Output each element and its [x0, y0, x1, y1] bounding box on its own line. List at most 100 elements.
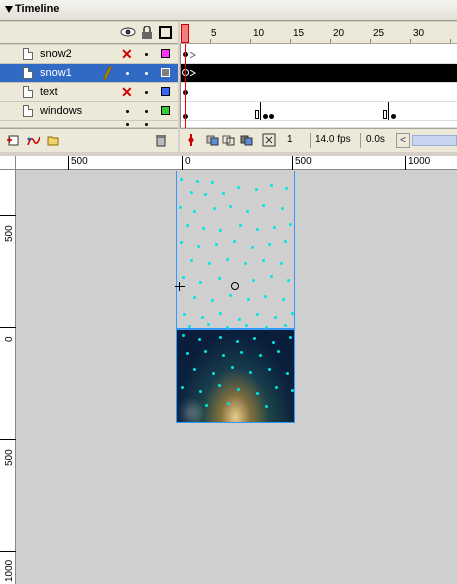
timeline-toolbar: 1 14.0 fps 0.0s < — [180, 128, 457, 152]
tween-arrow-icon — [190, 70, 196, 76]
horizontal-ruler[interactable]: 500 0 500 1000 — [16, 156, 457, 170]
layer-row-snow1[interactable]: snow1 — [0, 64, 178, 83]
crosshair-icon — [175, 286, 185, 287]
layer-color-swatch[interactable] — [161, 68, 170, 77]
registration-point[interactable] — [231, 282, 239, 290]
visibility-dot[interactable] — [126, 110, 129, 113]
city-lights-image[interactable] — [176, 329, 295, 423]
vertical-ruler[interactable]: 500 0 500 1000 — [0, 170, 16, 584]
ruler-label: 1000 — [4, 559, 15, 582]
keyframe[interactable] — [391, 114, 396, 119]
pencil-icon — [103, 66, 112, 80]
ruler-tick — [250, 39, 251, 43]
frame-row-snow1[interactable] — [181, 64, 457, 83]
layer-icon — [23, 48, 33, 60]
horizontal-scrollbar[interactable] — [412, 135, 457, 146]
layer-row-partial[interactable] — [0, 121, 178, 128]
layer-row-windows[interactable]: windows — [0, 102, 178, 121]
ruler-tick — [450, 39, 451, 43]
layer-row-text[interactable]: text ✕ — [0, 83, 178, 102]
playhead-line — [185, 44, 186, 128]
frame-rate[interactable]: 14.0 fps — [312, 133, 360, 148]
collapse-triangle-icon[interactable] — [5, 6, 13, 13]
onion-skin-outlines-icon[interactable] — [222, 133, 236, 147]
center-frame-icon[interactable] — [184, 133, 198, 147]
visibility-dot[interactable] — [126, 123, 129, 126]
layer-name: windows — [40, 105, 83, 117]
frame-ruler[interactable]: 1 5 10 15 20 25 30 — [180, 22, 457, 44]
crosshair-icon — [179, 282, 180, 291]
ruler-label: 500 — [71, 156, 88, 167]
ruler-label: 0 — [4, 336, 15, 342]
layer-icon — [23, 105, 33, 117]
timeline-panel-header[interactable]: Timeline — [0, 0, 457, 21]
lock-icon[interactable] — [141, 26, 153, 39]
ruler-label: 500 — [4, 225, 15, 242]
tween-arrow-icon — [190, 52, 196, 58]
frame-end-marker[interactable] — [255, 110, 259, 119]
ruler-mark: 5 — [211, 28, 217, 39]
insert-folder-icon[interactable] — [46, 133, 60, 147]
modify-onion-markers-icon[interactable] — [262, 133, 276, 147]
insert-layer-icon[interactable] — [6, 133, 20, 147]
ruler-major-tick — [0, 439, 16, 440]
lock-dot[interactable] — [145, 123, 148, 126]
hidden-x-icon[interactable]: ✕ — [121, 84, 133, 100]
ruler-tick — [410, 39, 411, 43]
keyframe[interactable] — [263, 114, 268, 119]
ruler-major-tick — [0, 327, 16, 328]
frame-row-text[interactable] — [181, 83, 457, 102]
ruler-major-tick — [292, 156, 293, 170]
lock-dot[interactable] — [145, 91, 148, 94]
ruler-major-tick — [405, 156, 406, 170]
onion-skin-icon[interactable] — [206, 133, 220, 147]
playhead[interactable] — [181, 24, 189, 43]
frame-row-snow2[interactable] — [181, 45, 457, 64]
layer-color-swatch[interactable] — [161, 49, 170, 58]
ruler-major-tick — [68, 156, 69, 170]
ruler-mark: 30 — [413, 28, 425, 39]
hidden-x-icon[interactable]: ✕ — [121, 46, 133, 62]
layer-color-swatch[interactable] — [161, 87, 170, 96]
trash-icon[interactable] — [154, 133, 168, 147]
current-frame: 1 — [287, 134, 293, 145]
toolbar-divider — [310, 133, 311, 148]
layer-row-snow2[interactable]: snow2 ✕ — [0, 45, 178, 64]
ruler-label: 500 — [4, 449, 15, 466]
frame-divider — [260, 102, 261, 120]
layer-name: snow2 — [40, 48, 72, 60]
lock-dot[interactable] — [145, 53, 148, 56]
ruler-mark: 20 — [333, 28, 345, 39]
frame-divider — [388, 102, 389, 120]
ruler-mark: 10 — [253, 28, 265, 39]
ruler-tick — [290, 39, 291, 43]
snow-movieclip[interactable] — [176, 171, 295, 329]
scroll-left-arrow-icon[interactable]: < — [396, 133, 410, 148]
edit-multiple-frames-icon[interactable] — [240, 133, 254, 147]
layer-header — [0, 22, 178, 44]
ruler-tick — [330, 39, 331, 43]
ruler-mark: 25 — [373, 28, 385, 39]
layer-color-swatch[interactable] — [161, 106, 170, 115]
layer-icon — [23, 86, 33, 98]
ruler-major-tick — [182, 156, 183, 170]
layer-icon — [23, 67, 33, 79]
frame-end-marker[interactable] — [383, 110, 387, 119]
layer-name: text — [40, 86, 58, 98]
toolbar-divider — [360, 133, 361, 148]
ruler-label: 500 — [295, 156, 312, 167]
ruler-label: 0 — [185, 156, 191, 167]
frame-row-partial[interactable] — [181, 121, 457, 128]
elapsed-time: 0.0s — [366, 134, 385, 145]
eye-icon[interactable] — [120, 26, 136, 38]
frame-row-windows[interactable] — [181, 102, 457, 121]
lock-dot[interactable] — [145, 72, 148, 75]
ruler-major-tick — [0, 551, 16, 552]
ruler-tick — [370, 39, 371, 43]
visibility-dot[interactable] — [126, 72, 129, 75]
keyframe[interactable] — [269, 114, 274, 119]
ruler-tick — [210, 39, 211, 43]
lock-dot[interactable] — [145, 110, 148, 113]
outline-icon[interactable] — [159, 26, 172, 39]
add-motion-guide-icon[interactable] — [26, 133, 40, 147]
